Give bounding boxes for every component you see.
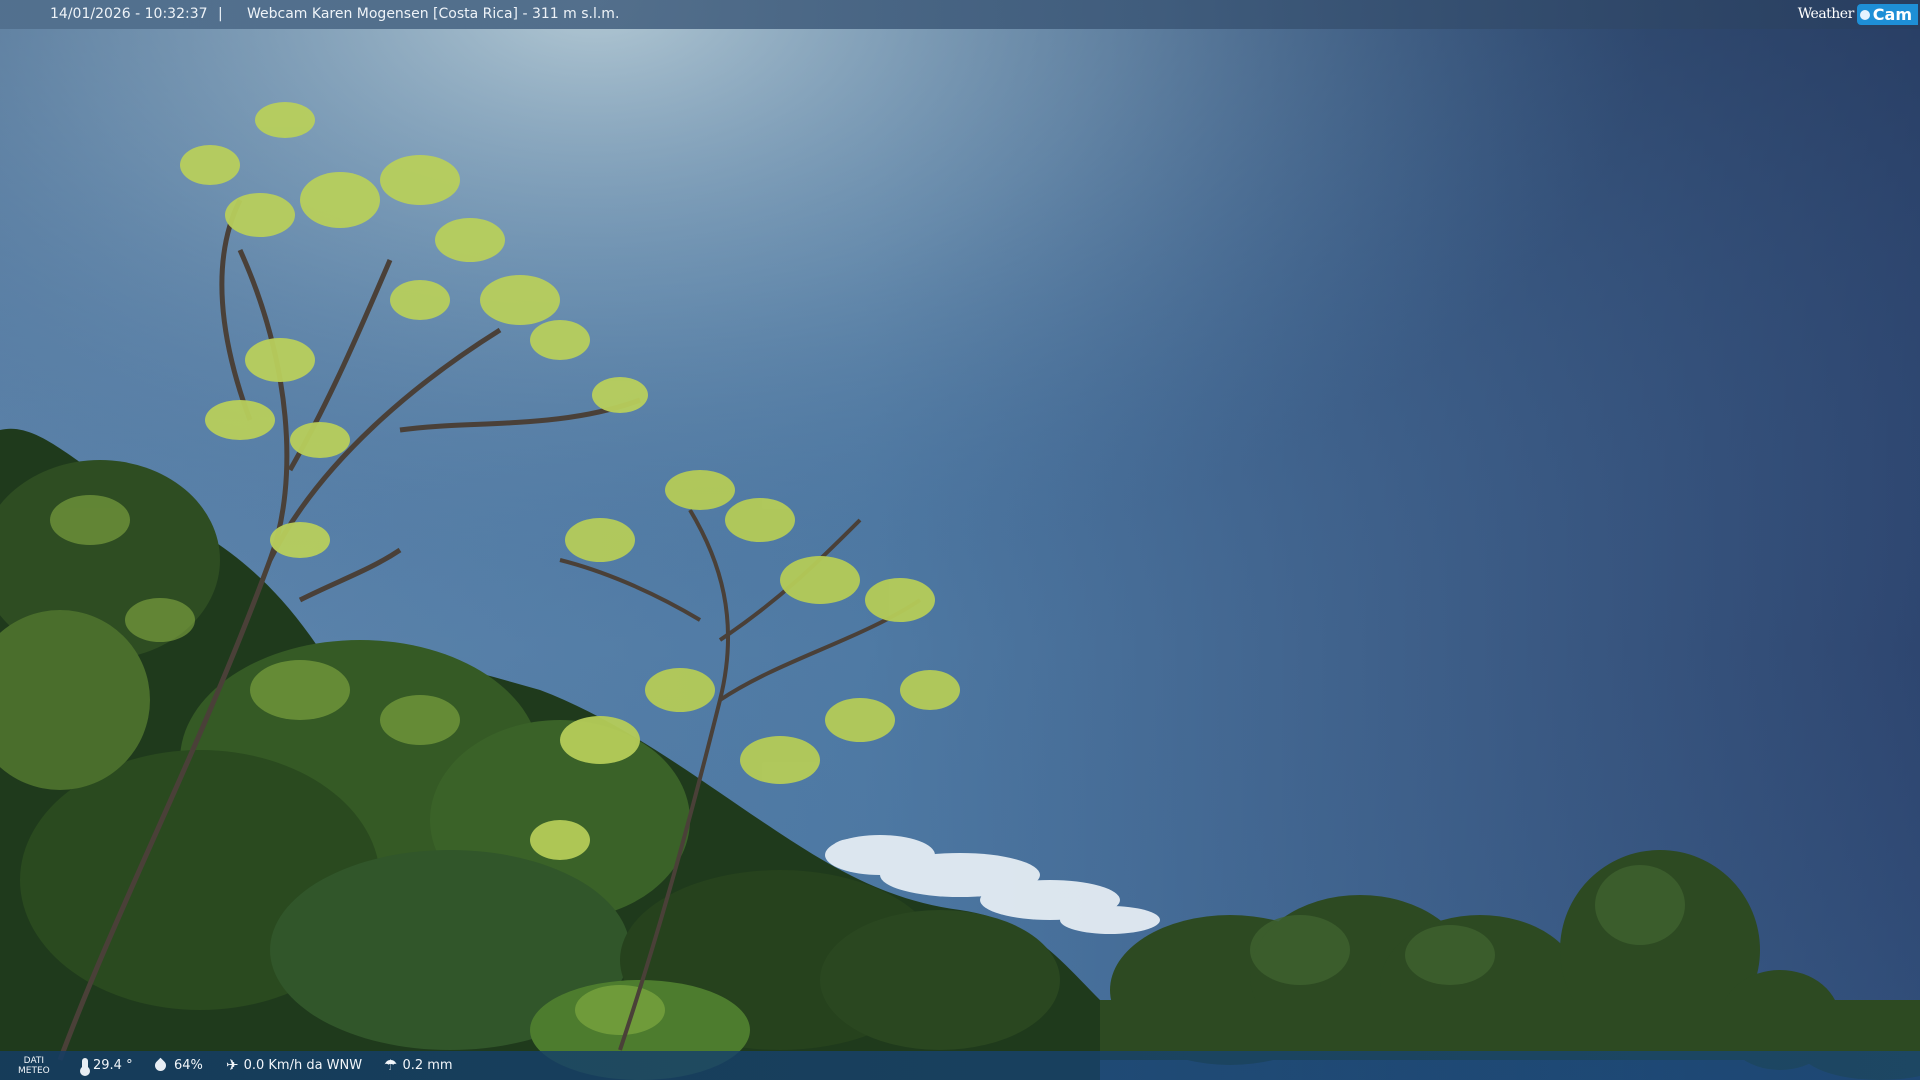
rain-reading: ☂ 0.2 mm — [384, 1051, 453, 1080]
temperature-value: 29.4 ° — [93, 1058, 133, 1073]
rain-icon: ☂ — [384, 1056, 398, 1074]
wind-value: 0.0 Km/h da WNW — [243, 1058, 363, 1073]
weathercam-logo: Weather Cam — [1798, 2, 1918, 26]
humidity-icon — [152, 1057, 169, 1074]
thermometer-icon — [80, 1057, 90, 1076]
rain-value: 0.2 mm — [402, 1058, 453, 1073]
timestamp: 14/01/2026 - 10:32:37 — [50, 6, 208, 22]
logo-dot-icon — [1859, 9, 1870, 20]
separator: | — [218, 6, 223, 22]
top-info-bar: 14/01/2026 - 10:32:37 | Webcam Karen Mog… — [0, 0, 1920, 29]
weather-data-bar: DATI METEO 29.4 ° 64% ✈ 0.0 Km/h da WNW … — [0, 1051, 1920, 1080]
humidity-reading: 64% — [152, 1051, 203, 1080]
temperature-reading: 29.4 ° — [80, 1051, 133, 1080]
logo-text-weather: Weather — [1797, 6, 1855, 22]
logo-text-cam: Cam — [1856, 3, 1918, 25]
wind-reading: ✈ 0.0 Km/h da WNW — [226, 1051, 362, 1080]
wind-icon: ✈ — [226, 1056, 239, 1074]
humidity-value: 64% — [174, 1058, 203, 1073]
dati-meteo-label: DATI METEO — [18, 1055, 50, 1076]
webcam-title: Webcam Karen Mogensen [Costa Rica] - 311… — [247, 6, 620, 22]
webcam-image — [0, 0, 1920, 1080]
